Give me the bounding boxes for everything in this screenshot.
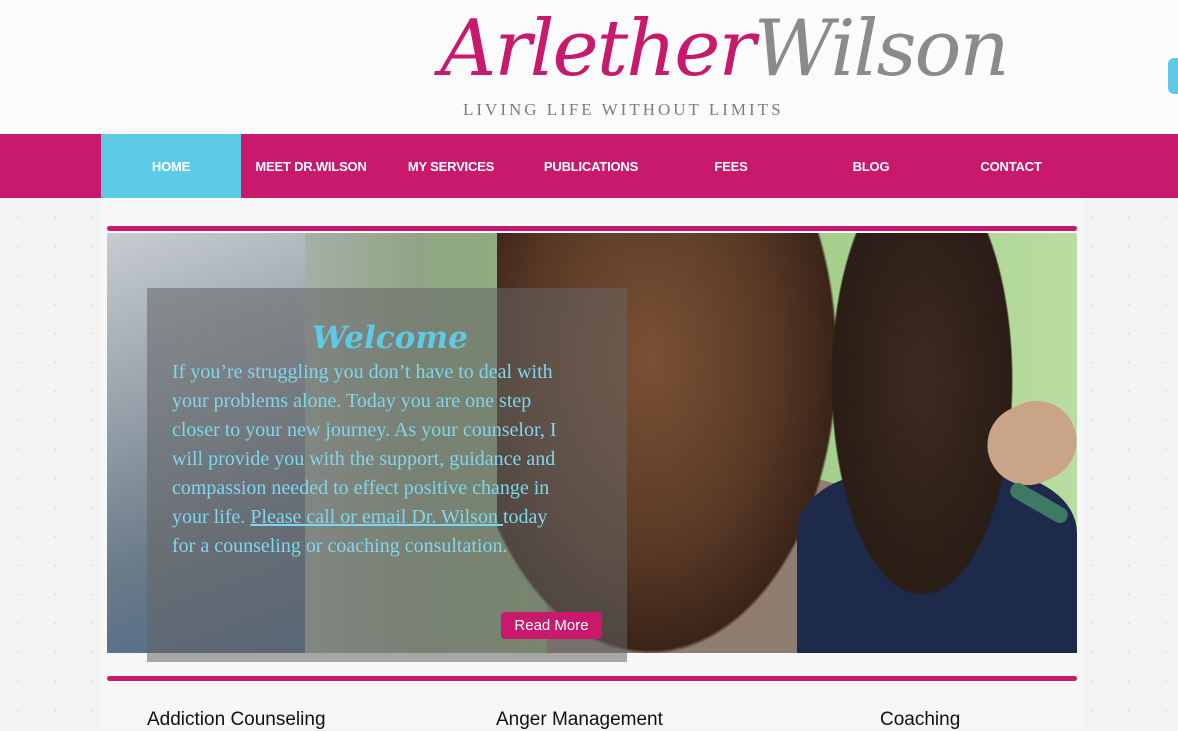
read-more-button[interactable]: Read More xyxy=(501,612,602,639)
service-addiction-counseling[interactable]: Addiction Counseling xyxy=(147,709,326,731)
logo-tagline: LIVING LIFE WITHOUT LIMITS xyxy=(463,100,784,119)
nav-publications[interactable]: PUBLICATIONS xyxy=(521,134,661,198)
top-divider xyxy=(107,226,1077,231)
nav-blog[interactable]: BLOG xyxy=(801,134,941,198)
main-nav: HOME MEET DR.WILSON MY SERVICES PUBLICAT… xyxy=(0,134,1178,198)
logo-last-name: Wilson xyxy=(753,4,1010,94)
nav-meet-dr-wilson[interactable]: MEET DR.WILSON xyxy=(241,134,381,198)
service-coaching[interactable]: Coaching xyxy=(880,709,960,731)
logo-first-name: Arlether xyxy=(440,4,756,94)
site-header: ArletherWilson LIVING LIFE WITHOUT LIMIT… xyxy=(0,0,1178,134)
service-anger-management[interactable]: Anger Management xyxy=(496,709,663,731)
logo-wordmark: ArletherWilson xyxy=(440,4,1010,94)
nav-home[interactable]: HOME xyxy=(101,134,241,198)
nav-my-services[interactable]: MY SERVICES xyxy=(381,134,521,198)
nav-fees[interactable]: FEES xyxy=(661,134,801,198)
welcome-title: Welcome xyxy=(312,320,468,356)
bottom-divider xyxy=(107,676,1077,681)
contact-link[interactable]: Please call or email Dr. Wilson xyxy=(250,506,503,528)
nav-contact[interactable]: CONTACT xyxy=(941,134,1081,198)
side-tab-widget[interactable] xyxy=(1168,58,1178,94)
welcome-text: If you’re struggling you don’t have to d… xyxy=(172,358,567,561)
welcome-text-intro: If you’re struggling you don’t have to d… xyxy=(172,361,557,528)
site-logo[interactable]: ArletherWilson LIVING LIFE WITHOUT LIMIT… xyxy=(405,0,1010,130)
